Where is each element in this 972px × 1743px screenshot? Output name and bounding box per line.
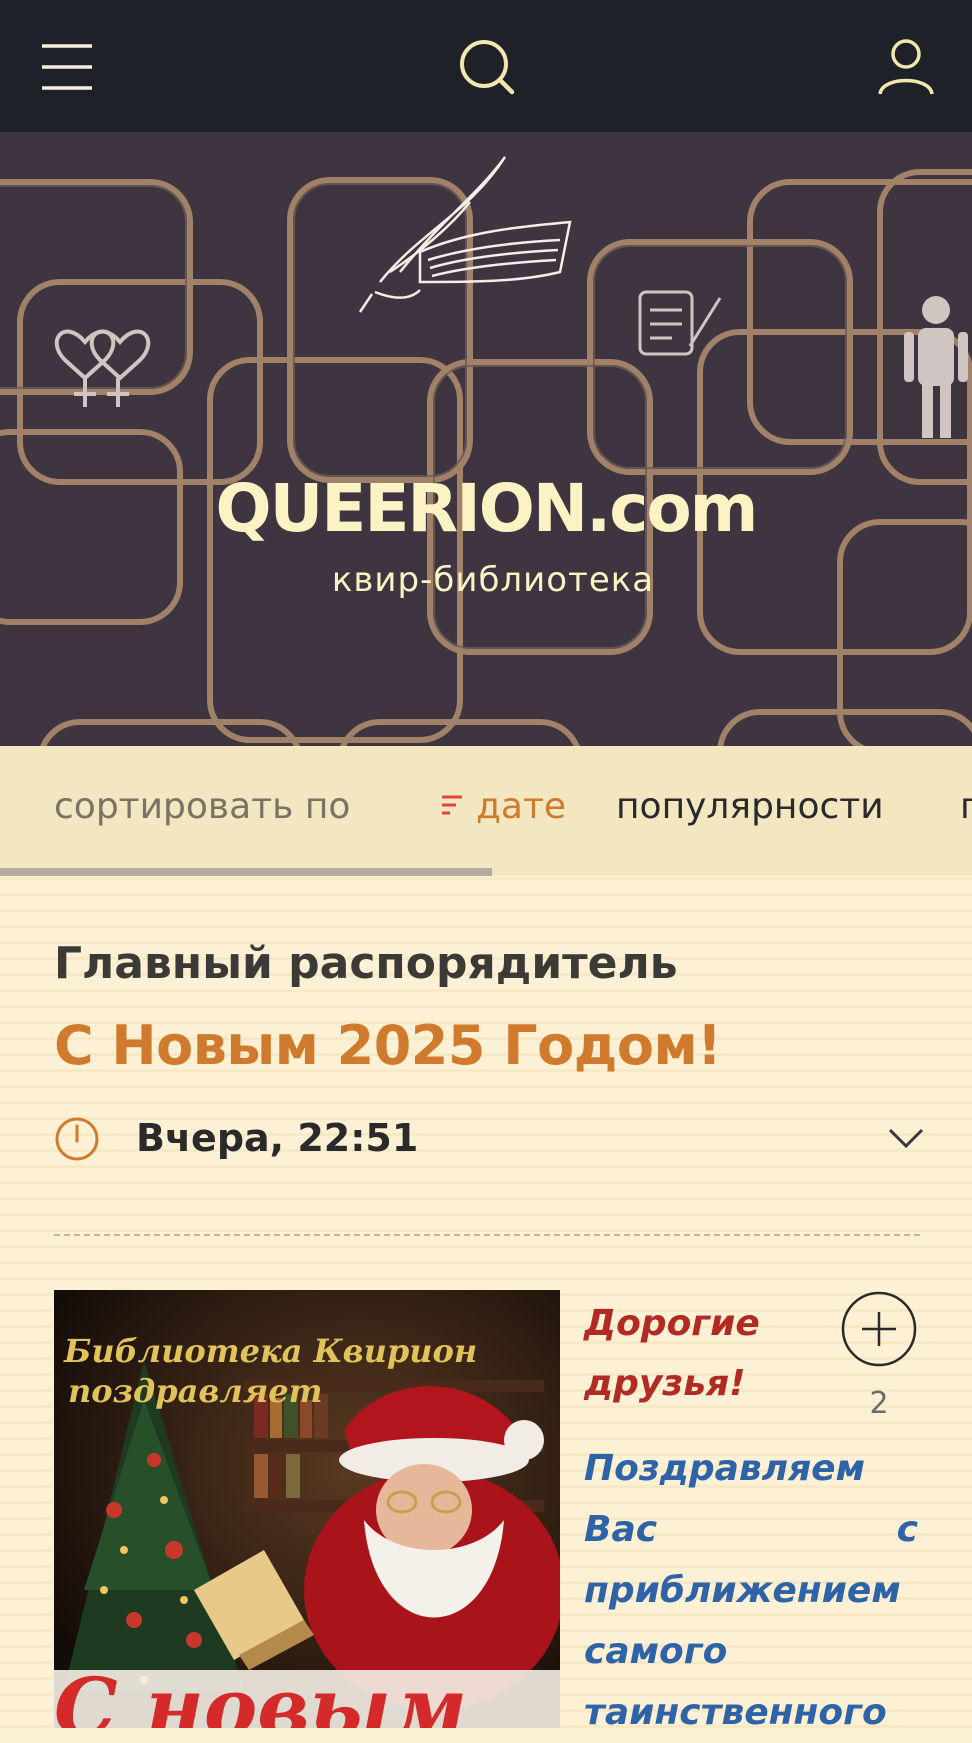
post-body-text: Поздравляем Вас с приближением самого та… (584, 1448, 918, 1733)
menu-button[interactable] (30, 30, 102, 102)
sort-option-date-label: дате (476, 786, 567, 827)
sort-bar: сортировать по дате популярности п (0, 746, 972, 876)
person-icon (904, 296, 968, 438)
site-title: QUEERION.com (215, 470, 759, 547)
female-couple-icon (54, 329, 151, 407)
sort-option-next[interactable]: п (960, 786, 972, 827)
image-big-text: С новым (54, 1660, 467, 1728)
chevron-down-icon[interactable] (888, 1126, 924, 1150)
sort-option-date[interactable]: дате (440, 786, 566, 827)
divider (54, 1234, 920, 1236)
plus-count: 2 (869, 1386, 889, 1421)
search-button[interactable] (450, 30, 522, 102)
post-title[interactable]: С Новым 2025 Годом! (54, 1014, 722, 1077)
image-caption-line-1: Библиотека Квирион (63, 1332, 477, 1370)
hero-background-pattern (0, 156, 972, 746)
greeting-text: Дорогие друзья! (584, 1303, 760, 1404)
post-author: Главный распорядитель (54, 938, 678, 989)
sort-option-popularity[interactable]: популярности (616, 786, 884, 827)
search-icon (460, 40, 515, 95)
sort-scroll-indicator (0, 868, 492, 876)
clock-icon (55, 1117, 99, 1161)
user-icon (878, 39, 934, 95)
post-meta: Вчера, 22:51 (54, 1116, 924, 1166)
hero-banner: QUEERION.com квир-библиотека (0, 132, 972, 746)
sort-label: сортировать по (54, 786, 351, 827)
santa-image: Библиотека Квирион поздравляет С новым (54, 1290, 560, 1728)
sort-descending-icon (442, 795, 462, 815)
image-caption-line-2: поздравляет (68, 1372, 323, 1410)
user-button[interactable] (870, 30, 942, 102)
top-bar (0, 0, 972, 132)
post-cover-image[interactable]: Библиотека Квирион поздравляет С новым (54, 1290, 560, 1728)
add-plus-button[interactable] (840, 1290, 918, 1368)
menu-icon (42, 44, 92, 90)
site-subtitle: квир-библиотека (331, 560, 655, 600)
post-date: Вчера, 22:51 (136, 1116, 419, 1160)
post-content: Главный распорядитель С Новым 2025 Годом… (0, 876, 972, 1733)
